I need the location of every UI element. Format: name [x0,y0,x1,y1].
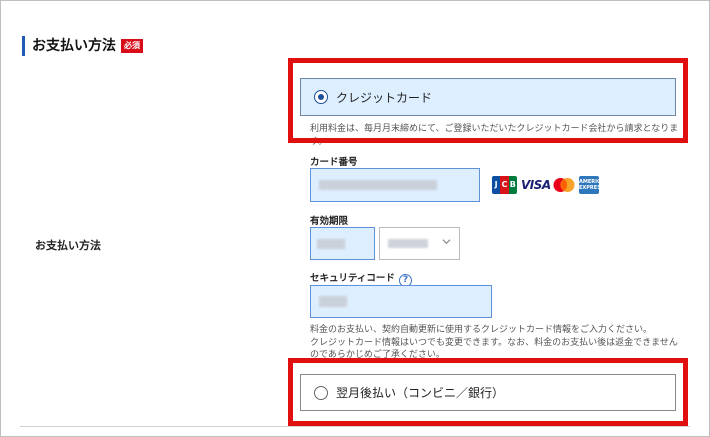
section-title: お支払い方法 [32,38,116,54]
visa-logo: VISA [521,178,551,192]
card-info-note: 料金のお支払い、契約自動更新に使用するクレジットカード情報をご入力ください。 ク… [310,325,678,358]
amex-logo: AMERICAN EXPRESS [579,176,609,194]
card-number-label: カード番号 [310,157,358,168]
highlight-box-credit-card [288,58,688,143]
mastercard-logo [553,178,575,192]
expiry-year-select[interactable] [379,227,460,260]
expiry-month-input[interactable] [310,227,375,260]
payment-method-row-label: お支払い方法 [35,239,101,252]
security-code-blurred-value [319,296,347,307]
chevron-down-icon [442,239,451,245]
expiry-month-blurred-value [317,239,345,249]
section-accent-bar [22,36,25,56]
card-number-blurred-value [319,180,437,190]
jcb-logo: J C B [492,176,517,194]
expiry-label: 有効期限 [310,216,349,227]
required-badge: 必須 [121,39,143,53]
highlight-box-deferred-payment [288,358,688,426]
section-divider [20,426,690,427]
security-code-label: セキュリティコード [310,273,395,284]
security-code-input[interactable] [310,285,492,318]
card-number-input[interactable] [310,168,480,202]
expiry-year-blurred-value [388,239,428,248]
